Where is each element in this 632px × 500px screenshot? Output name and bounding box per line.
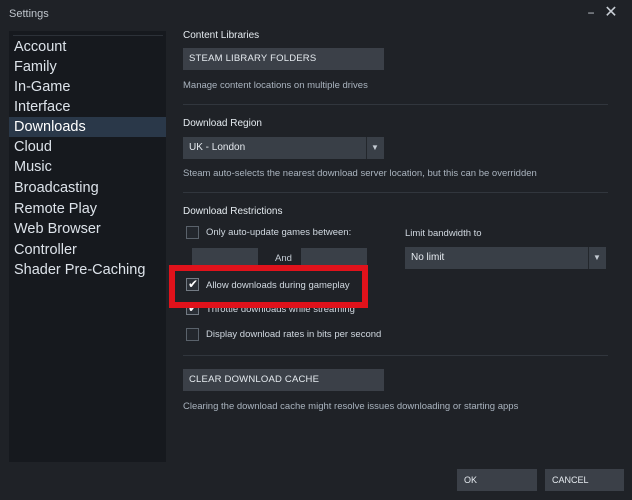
sidebar-item-in-game[interactable]: In-Game — [9, 77, 166, 97]
sidebar-item-shader-pre-caching[interactable]: Shader Pre-Caching — [9, 260, 166, 280]
sidebar-item-downloads[interactable]: Downloads — [9, 117, 166, 137]
clear-cache-description: Clearing the download cache might resolv… — [183, 401, 519, 412]
sidebar-item-interface[interactable]: Interface — [9, 97, 166, 117]
auto-update-start-time[interactable] — [192, 248, 258, 267]
allow-downloads-gameplay-checkbox[interactable]: ✔ — [186, 277, 199, 291]
bits-per-second-checkbox[interactable] — [186, 328, 199, 341]
section-divider — [183, 355, 608, 356]
bandwidth-value: No limit — [411, 252, 445, 263]
chevron-down-icon[interactable]: ▼ — [589, 247, 605, 269]
ok-button[interactable]: OK — [457, 469, 537, 491]
steam-library-folders-button[interactable]: STEAM LIBRARY FOLDERS — [183, 48, 384, 70]
sidebar-item-controller[interactable]: Controller — [9, 240, 166, 260]
chevron-down-icon[interactable]: ▼ — [367, 137, 383, 159]
cancel-button[interactable]: CANCEL — [545, 469, 624, 491]
content-libraries-heading: Content Libraries — [183, 30, 260, 41]
section-divider — [183, 192, 608, 193]
sidebar-item-web-browser[interactable]: Web Browser — [9, 219, 166, 239]
auto-update-label: Only auto-update games between: — [206, 227, 352, 238]
allow-downloads-gameplay-label: Allow downloads during gameplay — [206, 280, 350, 291]
bits-per-second-label: Display download rates in bits per secon… — [206, 329, 382, 340]
check-icon: ✔ — [188, 277, 199, 291]
auto-update-checkbox[interactable] — [186, 226, 199, 239]
throttle-streaming-checkbox[interactable]: ✔ — [186, 301, 199, 315]
downloads-panel: Content Libraries STEAM LIBRARY FOLDERS … — [183, 0, 608, 470]
sidebar-item-broadcasting[interactable]: Broadcasting — [9, 178, 166, 198]
clear-download-cache-button[interactable]: CLEAR DOWNLOAD CACHE — [183, 369, 384, 391]
download-restrictions-heading: Download Restrictions — [183, 206, 283, 217]
check-icon: ✔ — [188, 301, 199, 315]
section-divider — [183, 104, 608, 105]
auto-update-end-time[interactable] — [301, 248, 367, 267]
download-region-description: Steam auto-selects the nearest download … — [183, 168, 537, 179]
bandwidth-label: Limit bandwidth to — [405, 228, 482, 239]
bandwidth-select[interactable]: No limit ▼ — [405, 247, 606, 269]
and-label: And — [275, 253, 292, 264]
download-region-select[interactable]: UK - London ▼ — [183, 137, 384, 159]
sidebar-item-cloud[interactable]: Cloud — [9, 137, 166, 157]
throttle-streaming-label: Throttle downloads while streaming — [206, 304, 355, 315]
sidebar-rule — [13, 35, 163, 36]
sidebar-item-account[interactable]: Account — [9, 37, 166, 57]
sidebar-item-music[interactable]: Music — [9, 157, 166, 177]
sidebar-item-family[interactable]: Family — [9, 57, 166, 77]
settings-sidebar: Account Family In-Game Interface Downloa… — [9, 31, 166, 462]
sidebar-item-remote-play[interactable]: Remote Play — [9, 199, 166, 219]
content-libraries-description: Manage content locations on multiple dri… — [183, 80, 368, 91]
download-region-value: UK - London — [189, 142, 246, 153]
window-title: Settings — [9, 8, 49, 20]
download-region-heading: Download Region — [183, 118, 262, 129]
